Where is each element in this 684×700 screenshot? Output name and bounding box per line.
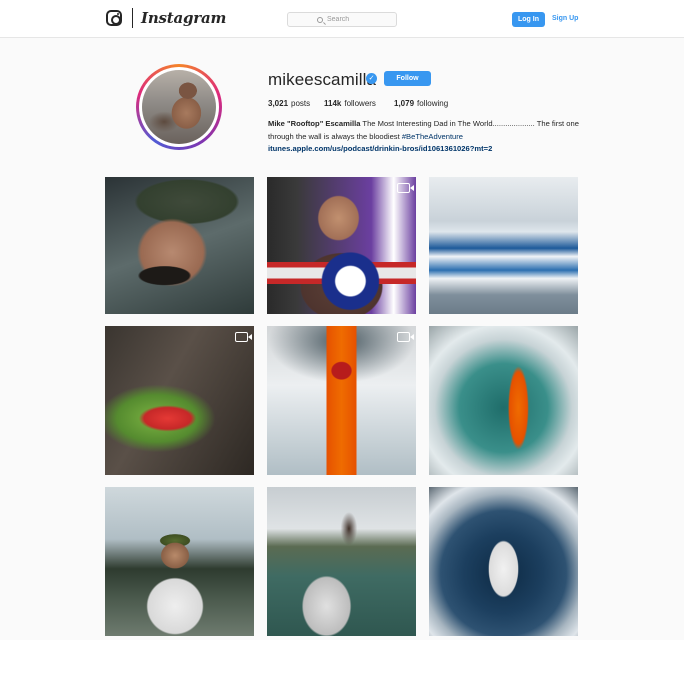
- post-thumbnail[interactable]: [429, 177, 578, 314]
- search-input[interactable]: [327, 16, 367, 23]
- avatar-frame: [139, 67, 219, 147]
- post-thumbnail[interactable]: [429, 326, 578, 475]
- following-count-label: following: [417, 99, 449, 108]
- bio-hashtag-link[interactable]: #BeTheAdventure: [402, 132, 463, 141]
- video-icon: [397, 183, 414, 193]
- followers-count[interactable]: 114k followers: [324, 99, 394, 108]
- post-thumbnail[interactable]: [267, 177, 416, 314]
- followers-count-label: followers: [344, 99, 376, 108]
- video-icon: [397, 332, 414, 342]
- profile-stats: 3,021 posts 114k followers 1,079 followi…: [268, 99, 448, 108]
- logo-divider: [132, 8, 133, 28]
- posts-count-value: 3,021: [268, 99, 289, 108]
- follow-button[interactable]: Follow: [384, 71, 431, 86]
- top-nav: Instagram Log In Sign Up: [0, 0, 684, 38]
- bio-website-link[interactable]: itunes.apple.com/us/podcast/drinkin-bros…: [268, 144, 492, 153]
- profile-full-name: Mike "Rooftop" Escamilla: [268, 119, 361, 128]
- following-count-value: 1,079: [394, 99, 415, 108]
- posts-count: 3,021 posts: [268, 99, 324, 108]
- profile-username: mikeescamilla: [268, 70, 377, 89]
- avatar: [142, 70, 216, 144]
- post-thumbnail[interactable]: [105, 326, 254, 475]
- posts-grid: [105, 177, 579, 636]
- login-button[interactable]: Log In: [512, 12, 545, 27]
- post-thumbnail[interactable]: [267, 326, 416, 475]
- following-count[interactable]: 1,079 following: [394, 99, 448, 108]
- instagram-logo-icon[interactable]: [106, 10, 122, 26]
- video-icon: [235, 332, 252, 342]
- post-thumbnail[interactable]: [105, 177, 254, 314]
- followers-count-value: 114k: [324, 99, 342, 108]
- signup-link[interactable]: Sign Up: [552, 15, 578, 22]
- search-icon: [317, 16, 323, 23]
- avatar-story-ring[interactable]: [136, 64, 222, 150]
- search-box[interactable]: [287, 12, 397, 27]
- instagram-wordmark[interactable]: Instagram: [141, 9, 226, 27]
- post-thumbnail[interactable]: [267, 487, 416, 636]
- post-thumbnail[interactable]: [429, 487, 578, 636]
- post-thumbnail[interactable]: [105, 487, 254, 636]
- verified-badge-icon: ✓: [366, 73, 377, 84]
- posts-count-label: posts: [291, 99, 311, 108]
- footer-area: [0, 640, 684, 700]
- profile-bio: Mike "Rooftop" Escamilla The Most Intere…: [268, 118, 588, 143]
